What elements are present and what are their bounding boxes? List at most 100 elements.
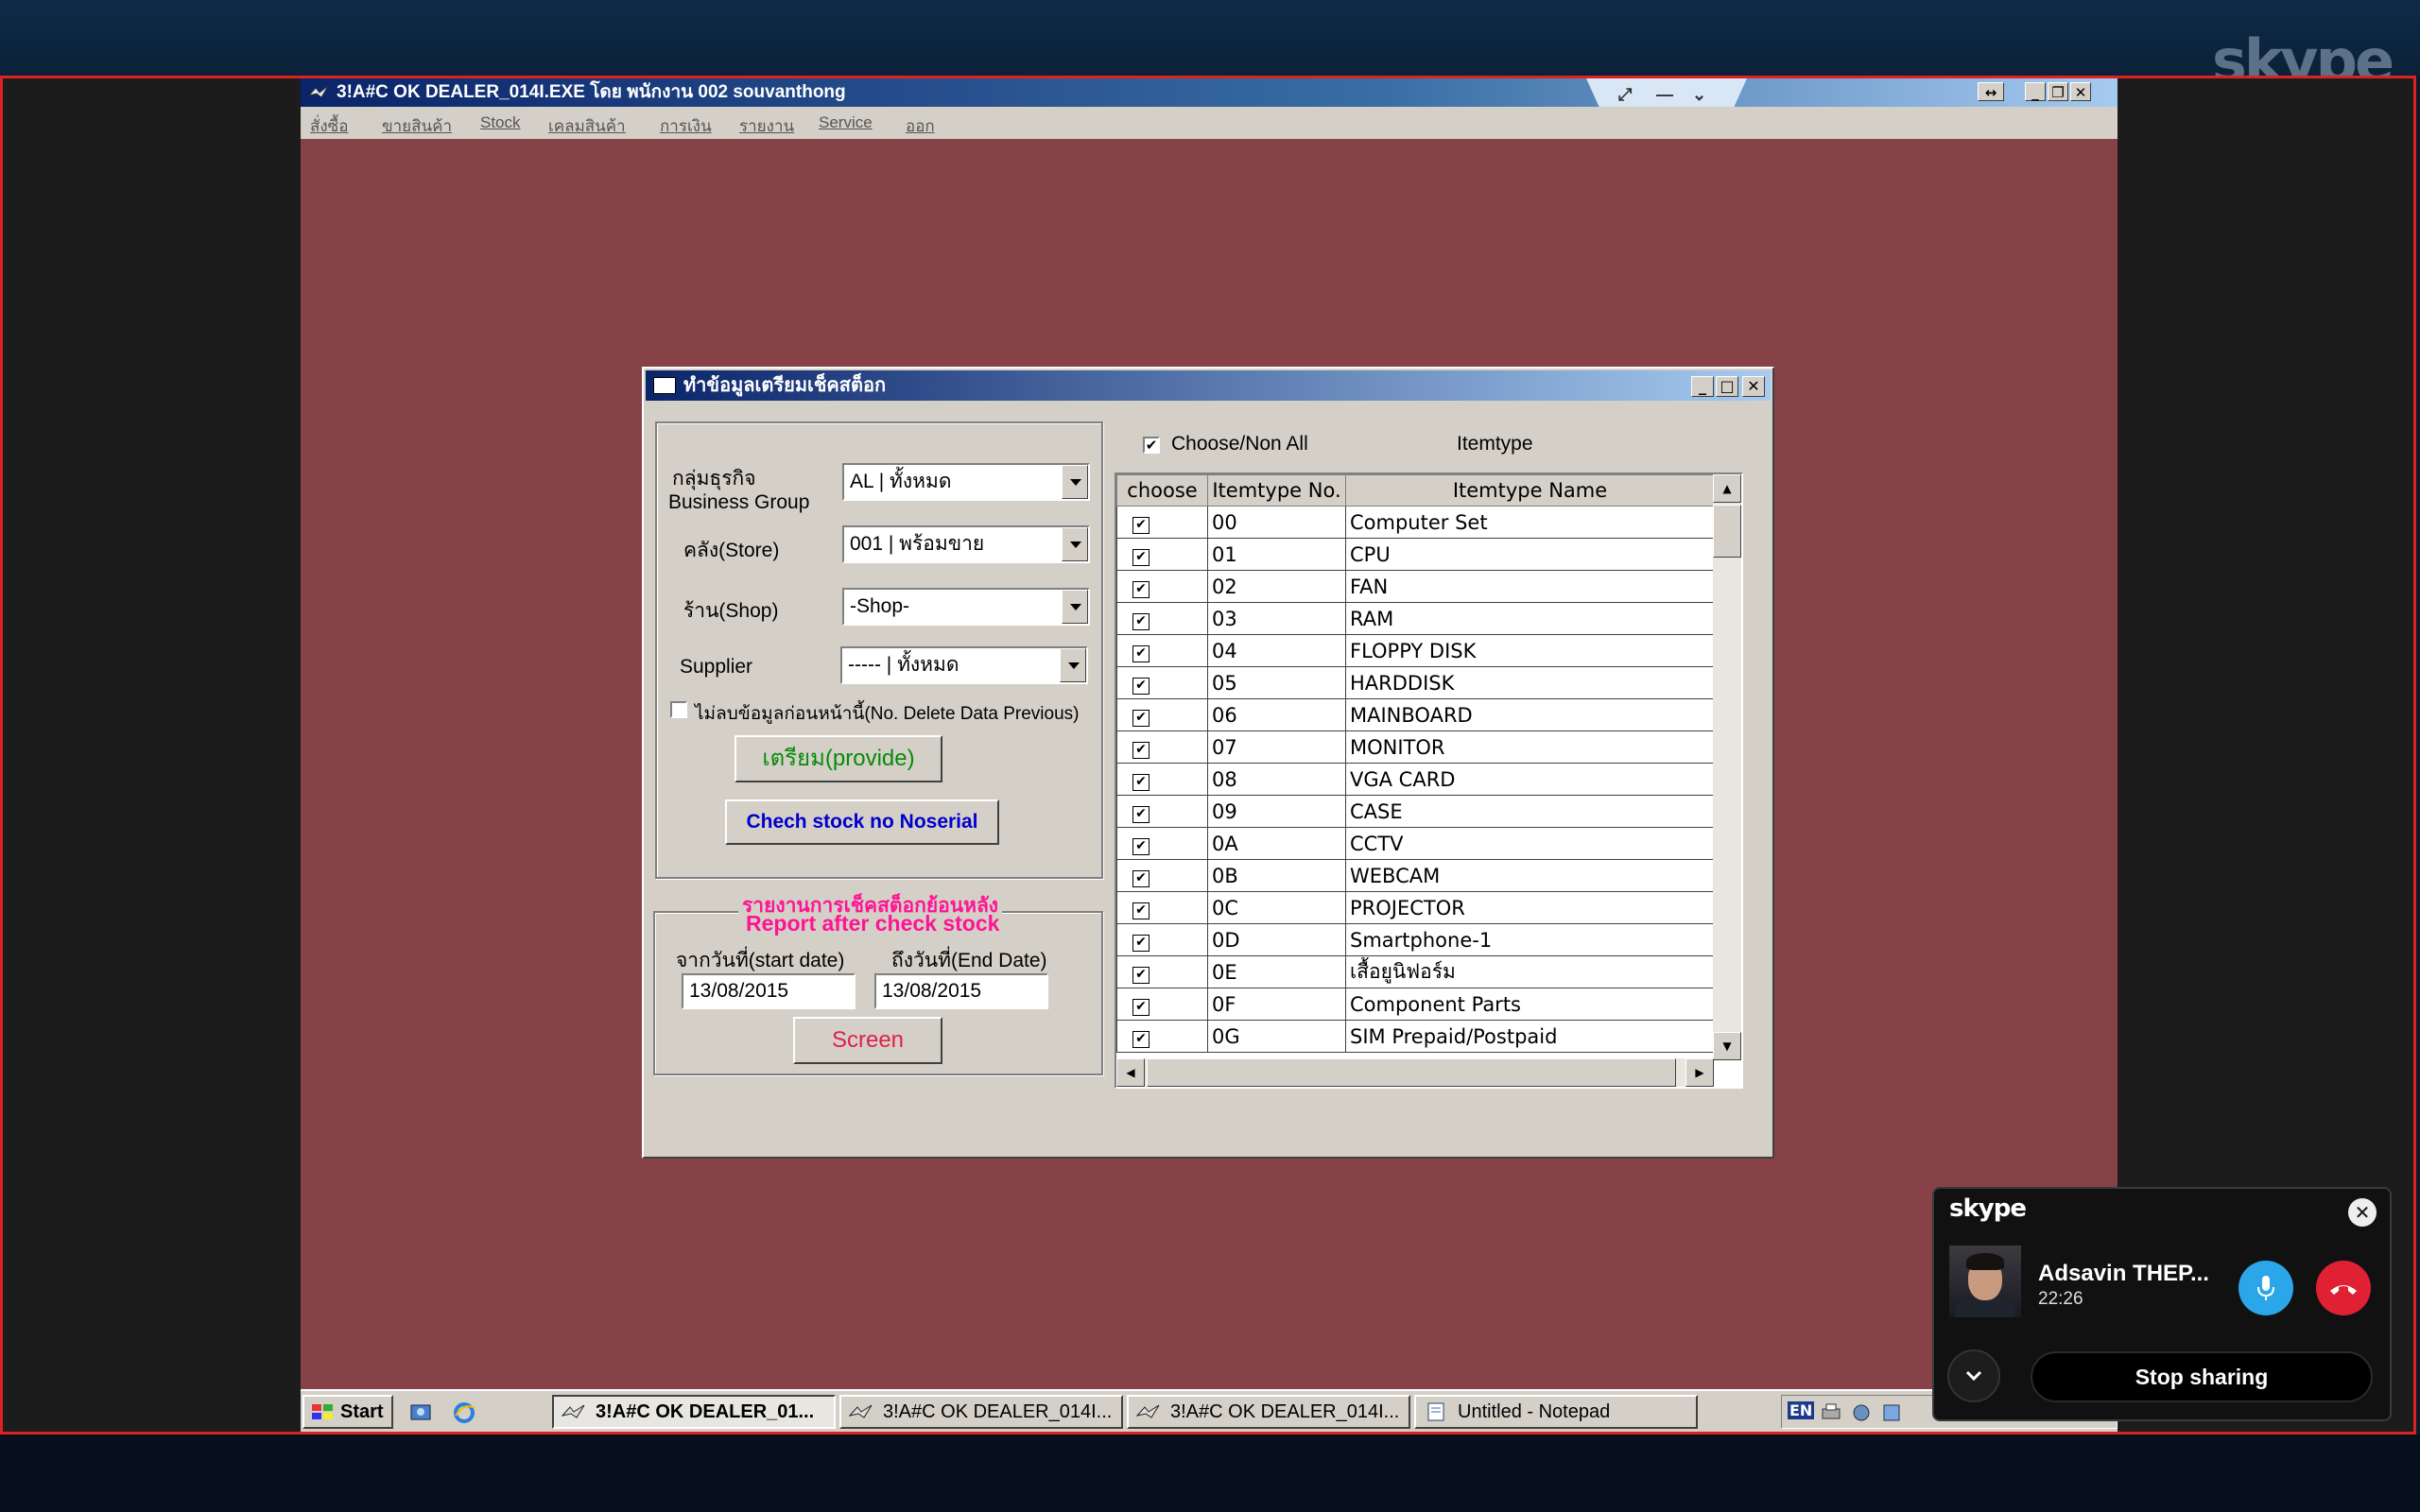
restore-button[interactable]: ❐ <box>2048 82 2068 101</box>
menu-item-purchase[interactable]: สั่งซื้อ <box>310 113 348 139</box>
choose-cell[interactable]: ✔ <box>1116 763 1208 796</box>
task-notepad[interactable]: Untitled - Notepad <box>1414 1395 1698 1429</box>
choose-cell[interactable]: ✔ <box>1116 859 1208 892</box>
row-checkbox[interactable]: ✔ <box>1132 613 1150 630</box>
menu-item-stock[interactable]: Stock <box>480 113 521 132</box>
table-row[interactable]: ✔ 0E เสื้อยูนิฟอร์ม <box>1116 955 1715 988</box>
resize-icon[interactable]: ↔ <box>1978 82 2004 101</box>
choose-cell[interactable]: ✔ <box>1116 827 1208 860</box>
table-row[interactable]: ✔ 0F Component Parts <box>1116 988 1715 1021</box>
show-desktop-icon[interactable] <box>408 1400 433 1425</box>
tray-network-icon[interactable] <box>1850 1401 1873 1424</box>
column-header-itemtype-name[interactable]: Itemtype Name <box>1345 474 1715 507</box>
row-checkbox[interactable]: ✔ <box>1132 967 1150 984</box>
scroll-left-icon[interactable]: ◀ <box>1116 1058 1145 1087</box>
close-icon[interactable]: ✕ <box>2348 1198 2377 1227</box>
table-row[interactable]: ✔ 02 FAN <box>1116 570 1715 603</box>
choose-all-checkbox[interactable]: ✔ <box>1143 437 1160 454</box>
table-row[interactable]: ✔ 06 MAINBOARD <box>1116 698 1715 731</box>
task-app-3[interactable]: 3!A#C OK DEALER_014I... <box>1127 1395 1410 1429</box>
table-row[interactable]: ✔ 05 HARDDISK <box>1116 666 1715 699</box>
column-header-choose[interactable]: choose <box>1116 474 1208 507</box>
row-checkbox[interactable]: ✔ <box>1132 710 1150 727</box>
row-checkbox[interactable]: ✔ <box>1132 999 1150 1016</box>
provide-button[interactable]: เตรียม(provide) <box>735 735 942 782</box>
menu-item-finance[interactable]: การเงิน <box>660 113 712 139</box>
shop-select[interactable]: -Shop- <box>842 588 1090 626</box>
row-checkbox[interactable]: ✔ <box>1132 549 1150 566</box>
close-button[interactable]: ✕ <box>2070 82 2091 101</box>
dropdown-arrow-icon[interactable] <box>1062 465 1088 499</box>
menu-item-report[interactable]: รายงาน <box>739 113 794 139</box>
choose-cell[interactable]: ✔ <box>1116 666 1208 699</box>
row-checkbox[interactable]: ✔ <box>1132 870 1150 887</box>
table-row[interactable]: ✔ 03 RAM <box>1116 602 1715 635</box>
start-button[interactable]: Start <box>302 1395 393 1429</box>
choose-cell[interactable]: ✔ <box>1116 1020 1208 1053</box>
dropdown-arrow-icon[interactable] <box>1062 590 1088 624</box>
choose-cell[interactable]: ✔ <box>1116 698 1208 731</box>
choose-cell[interactable]: ✔ <box>1116 891 1208 924</box>
business-group-select[interactable]: AL | ทั้งหมด <box>842 463 1090 501</box>
row-checkbox[interactable]: ✔ <box>1132 935 1150 952</box>
choose-cell[interactable]: ✔ <box>1116 602 1208 635</box>
vertical-scrollbar[interactable]: ▲ ▼ <box>1713 474 1741 1060</box>
row-checkbox[interactable]: ✔ <box>1132 678 1150 695</box>
tray-printer-icon[interactable] <box>1820 1401 1842 1424</box>
hscroll-thumb[interactable] <box>1147 1058 1676 1087</box>
dropdown-arrow-icon[interactable] <box>1062 527 1088 561</box>
task-app-2[interactable]: 3!A#C OK DEALER_014I... <box>839 1395 1123 1429</box>
choose-cell[interactable]: ✔ <box>1116 795 1208 828</box>
row-checkbox[interactable]: ✔ <box>1132 838 1150 855</box>
table-row[interactable]: ✔ 09 CASE <box>1116 795 1715 828</box>
fullscreen-icon[interactable]: ⤢ <box>1618 80 1632 107</box>
mute-button[interactable] <box>2238 1261 2293 1315</box>
end-call-button[interactable] <box>2316 1261 2371 1315</box>
internet-explorer-icon[interactable] <box>452 1400 476 1425</box>
choose-cell[interactable]: ✔ <box>1116 730 1208 764</box>
minimize-bar-icon[interactable]: — <box>1656 80 1673 107</box>
chevron-down-icon[interactable]: ⌄ <box>1692 80 1706 107</box>
screen-button[interactable]: Screen <box>793 1017 942 1064</box>
scroll-thumb[interactable] <box>1713 505 1741 558</box>
menu-item-sales[interactable]: ขายสินค้า <box>382 113 452 139</box>
menu-item-claim[interactable]: เคลมสินค้า <box>548 113 626 139</box>
task-app-1[interactable]: 3!A#C OK DEALER_01... <box>552 1395 836 1429</box>
row-checkbox[interactable]: ✔ <box>1132 902 1150 919</box>
scroll-up-icon[interactable]: ▲ <box>1713 474 1741 503</box>
table-row[interactable]: ✔ 0C PROJECTOR <box>1116 891 1715 924</box>
check-noserial-button[interactable]: Chech stock no Noserial <box>725 799 999 845</box>
end-date-input[interactable]: 13/08/2015 <box>874 973 1048 1009</box>
expand-button[interactable] <box>1947 1349 2000 1402</box>
choose-cell[interactable]: ✔ <box>1116 538 1208 571</box>
choose-cell[interactable]: ✔ <box>1116 923 1208 956</box>
row-checkbox[interactable]: ✔ <box>1132 806 1150 823</box>
menu-item-exit[interactable]: ออก <box>906 113 935 139</box>
choose-cell[interactable]: ✔ <box>1116 955 1208 988</box>
remote-control-tab[interactable]: ⤢ — ⌄ <box>1586 78 1747 107</box>
start-date-input[interactable]: 13/08/2015 <box>682 973 856 1009</box>
table-row[interactable]: ✔ 0B WEBCAM <box>1116 859 1715 892</box>
row-checkbox[interactable]: ✔ <box>1132 517 1150 534</box>
table-row[interactable]: ✔ 08 VGA CARD <box>1116 763 1715 796</box>
stop-sharing-button[interactable]: Stop sharing <box>2031 1351 2373 1402</box>
language-indicator[interactable]: EN <box>1788 1401 1815 1419</box>
table-row[interactable]: ✔ 07 MONITOR <box>1116 730 1715 764</box>
table-row[interactable]: ✔ 0A CCTV <box>1116 827 1715 860</box>
table-row[interactable]: ✔ 00 Computer Set <box>1116 506 1715 539</box>
scroll-down-icon[interactable]: ▼ <box>1713 1032 1741 1060</box>
dropdown-arrow-icon[interactable] <box>1060 648 1086 682</box>
dialog-minimize-button[interactable]: _ <box>1691 376 1714 397</box>
table-row[interactable]: ✔ 0D Smartphone-1 <box>1116 923 1715 956</box>
dialog-close-button[interactable]: ✕ <box>1742 376 1765 397</box>
supplier-select[interactable]: ----- | ทั้งหมด <box>840 646 1088 684</box>
choose-cell[interactable]: ✔ <box>1116 988 1208 1021</box>
store-select[interactable]: 001 | พร้อมขาย <box>842 525 1090 563</box>
row-checkbox[interactable]: ✔ <box>1132 742 1150 759</box>
row-checkbox[interactable]: ✔ <box>1132 1031 1150 1048</box>
dialog-maximize-button[interactable]: □ <box>1716 376 1738 397</box>
choose-cell[interactable]: ✔ <box>1116 506 1208 539</box>
minimize-button[interactable]: _ <box>2025 82 2046 101</box>
horizontal-scrollbar[interactable]: ◀ ▶ <box>1116 1058 1714 1087</box>
table-row[interactable]: ✔ 0G SIM Prepaid/Postpaid <box>1116 1020 1715 1053</box>
